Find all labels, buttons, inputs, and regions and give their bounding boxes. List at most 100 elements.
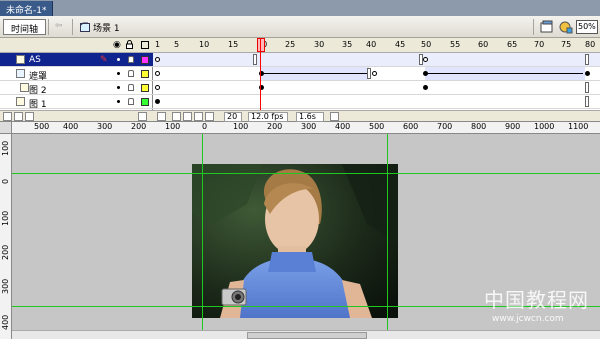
frame-row[interactable] <box>153 53 600 67</box>
document-tab-bar: 未命名-1* <box>0 0 600 16</box>
mask-layer-icon <box>16 69 25 78</box>
empty-keyframe[interactable] <box>155 71 160 76</box>
guide-line-vertical[interactable] <box>202 134 203 330</box>
frame-grid[interactable]: 1 5 10 15 20 25 30 35 40 45 50 55 60 65 … <box>153 38 600 110</box>
empty-keyframe[interactable] <box>372 71 377 76</box>
lock-toggle[interactable] <box>128 56 134 63</box>
timeline-toggle-button[interactable]: 时间轴 <box>3 19 47 35</box>
add-guide-layer-icon[interactable] <box>14 112 23 121</box>
layer-name: 图 1 <box>29 100 47 110</box>
back-arrow-icon[interactable]: ⇦ <box>55 21 65 33</box>
frame-row[interactable] <box>153 95 600 109</box>
outline-color-swatch[interactable] <box>141 84 149 92</box>
outline-color-swatch[interactable] <box>141 98 149 106</box>
layer-name: AS <box>29 55 41 65</box>
visibility-dot[interactable] <box>117 100 120 103</box>
ruler-label: 300 <box>1 278 10 294</box>
onion-outline-icon[interactable] <box>183 112 192 121</box>
frame-number: 65 <box>507 40 518 49</box>
scene-label[interactable]: 场景 1 <box>93 21 120 34</box>
center-frame-icon[interactable] <box>157 112 166 121</box>
ruler-label: 600 <box>403 122 419 131</box>
playhead-handle[interactable] <box>257 38 265 52</box>
visibility-dot[interactable] <box>117 58 120 61</box>
horizontal-scrollbar[interactable] <box>12 330 600 339</box>
layer-panel: ◉ AS ✎ 遮罩 图 2 图 1 <box>0 38 153 110</box>
timeline-toolbar: 时间轴 ⇦ 场景 1 50% <box>0 16 600 38</box>
scroll-left-icon[interactable] <box>330 112 339 121</box>
frame-number: 5 <box>174 40 180 49</box>
zoom-field[interactable]: 50% <box>576 20 598 34</box>
keyframe[interactable] <box>585 71 590 76</box>
frame-row[interactable] <box>153 67 600 81</box>
edit-symbols-icon[interactable] <box>559 19 573 35</box>
keyframe[interactable] <box>423 85 428 90</box>
masked-layer-icon <box>20 83 29 92</box>
ruler-label: 400 <box>335 122 351 131</box>
ruler-label: 900 <box>505 122 521 131</box>
ruler-label: 400 <box>63 122 79 131</box>
lock-toggle[interactable] <box>128 70 134 77</box>
ruler-label: 200 <box>131 122 147 131</box>
ruler-label: 500 <box>369 122 385 131</box>
keyframe[interactable] <box>155 99 160 104</box>
frame-number: 80 <box>585 40 596 49</box>
add-folder-icon[interactable] <box>25 112 34 121</box>
frame-end-marker <box>367 68 371 79</box>
layer-row-image-1[interactable]: 图 1 <box>0 95 153 110</box>
visibility-dot[interactable] <box>117 86 120 89</box>
scene-icon <box>80 22 90 32</box>
layer-row-mask[interactable]: 遮罩 <box>0 67 153 82</box>
vertical-ruler: 100 0 100 200 300 400 <box>0 134 12 339</box>
ruler-corner <box>0 122 12 134</box>
scrollbar-thumb[interactable] <box>247 332 367 339</box>
ruler-label: 100 <box>233 122 249 131</box>
playhead-line[interactable] <box>260 38 261 110</box>
ruler-label: 700 <box>437 122 453 131</box>
stage-work-area[interactable]: 中国教程网 www.jcwcn.com <box>12 134 600 339</box>
frame-number: 75 <box>561 40 572 49</box>
ruler-label: 500 <box>34 122 50 131</box>
stage-photo[interactable] <box>192 164 398 318</box>
timeline-status-bar: 20 12.0 fps 1.6s <box>0 110 600 122</box>
add-layer-icon[interactable] <box>3 112 12 121</box>
frame-row[interactable] <box>153 81 600 95</box>
frame-number: 10 <box>199 40 210 49</box>
outline-color-swatch[interactable] <box>141 56 149 64</box>
document-tab[interactable]: 未命名-1* <box>0 1 54 16</box>
visibility-dot[interactable] <box>117 72 120 75</box>
trash-icon[interactable] <box>138 112 147 121</box>
frame-number: 55 <box>450 40 461 49</box>
ruler-label: 0 <box>202 122 208 131</box>
toolbar-divider <box>48 19 49 35</box>
frame-number: 35 <box>342 40 353 49</box>
ruler-label: 200 <box>267 122 283 131</box>
guide-line-vertical[interactable] <box>387 134 388 330</box>
layer-row-as[interactable]: AS ✎ <box>0 53 153 67</box>
outline-icon[interactable] <box>141 41 149 49</box>
elapsed-time-field: 1.6s <box>296 112 324 122</box>
frame-rate-field: 12.0 fps <box>248 112 288 122</box>
keyframe[interactable] <box>423 71 428 76</box>
watermark-title: 中国教程网 <box>484 288 589 312</box>
onion-markers-icon[interactable] <box>205 112 214 121</box>
frame-ruler[interactable]: 1 5 10 15 20 25 30 35 40 45 50 55 60 65 … <box>153 38 600 53</box>
layer-icon <box>16 97 25 106</box>
lock-toggle[interactable] <box>128 84 134 91</box>
lock-icon[interactable] <box>126 40 133 49</box>
frame-number: 45 <box>395 40 406 49</box>
lock-toggle[interactable] <box>128 98 134 105</box>
outline-color-swatch[interactable] <box>141 70 149 78</box>
empty-keyframe[interactable] <box>155 85 160 90</box>
ruler-label: 0 <box>1 178 10 184</box>
eye-icon[interactable]: ◉ <box>113 40 121 50</box>
frame-number: 70 <box>534 40 545 49</box>
onion-skin-icon[interactable] <box>172 112 181 121</box>
empty-keyframe[interactable] <box>155 57 160 62</box>
guide-line-horizontal[interactable] <box>12 173 600 174</box>
edit-multiple-frames-icon[interactable] <box>194 112 203 121</box>
ruler-label: 1100 <box>568 122 589 131</box>
edit-scene-icon[interactable] <box>540 20 554 34</box>
empty-keyframe[interactable] <box>423 57 428 62</box>
layer-row-image-2[interactable]: 图 2 <box>0 81 153 96</box>
